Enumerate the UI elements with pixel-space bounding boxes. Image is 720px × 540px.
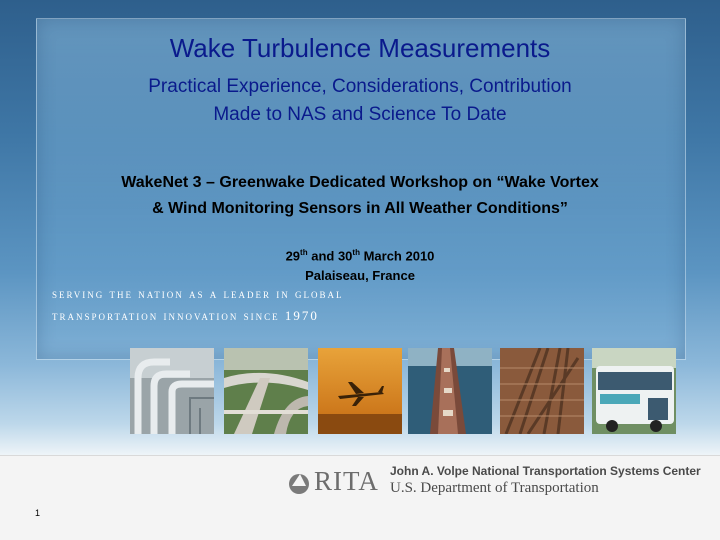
page-number: 1 [35, 508, 41, 518]
department-name: U.S. Department of Transportation [390, 480, 599, 496]
footer-divider [0, 455, 720, 456]
motto-line-1: Serving the Nation as a leader in global [52, 286, 344, 301]
airplane-sunset-photo [318, 348, 402, 434]
pipelines-photo [130, 348, 214, 434]
date-day1: 29 [285, 248, 301, 264]
volpe-center-name: John A. Volpe National Transportation Sy… [390, 464, 701, 478]
rita-logo-text: RITA [314, 466, 379, 496]
railroad-tracks-photo [500, 348, 584, 434]
date-sup2: th [352, 248, 360, 257]
date-month: March 2010 [359, 248, 435, 264]
date-sup1: th [300, 248, 308, 257]
subtitle-line-2: Made to NAS and Science To Date [213, 104, 507, 125]
highway-interchange-photo [224, 348, 308, 434]
motto: Serving the Nation as a leader in global… [52, 283, 472, 327]
rita-emblem-icon [289, 474, 309, 494]
subtitle-line-1: Practical Experience, Considerations, Co… [148, 76, 572, 97]
photo-strip [130, 348, 676, 434]
date-and: and 30 [307, 248, 353, 264]
bus-photo [592, 348, 676, 434]
motto-line-2: transportation innovation since 1970 [52, 308, 319, 323]
slide-subtitle: Practical Experience, Considerations, Co… [0, 73, 720, 129]
workshop-title: WakeNet 3 – Greenwake Dedicated Workshop… [0, 170, 720, 222]
workshop-line-2: & Wind Monitoring Sensors in All Weather… [152, 200, 568, 217]
event-date: 29th and 30th March 2010 Palaiseau, Fran… [0, 243, 720, 286]
workshop-line-1: WakeNet 3 – Greenwake Dedicated Workshop… [121, 174, 599, 191]
date-line: 29th and 30th March 2010 [0, 243, 720, 266]
slide-title: Wake Turbulence Measurements [169, 33, 551, 63]
ship-deck-photo [408, 348, 492, 434]
